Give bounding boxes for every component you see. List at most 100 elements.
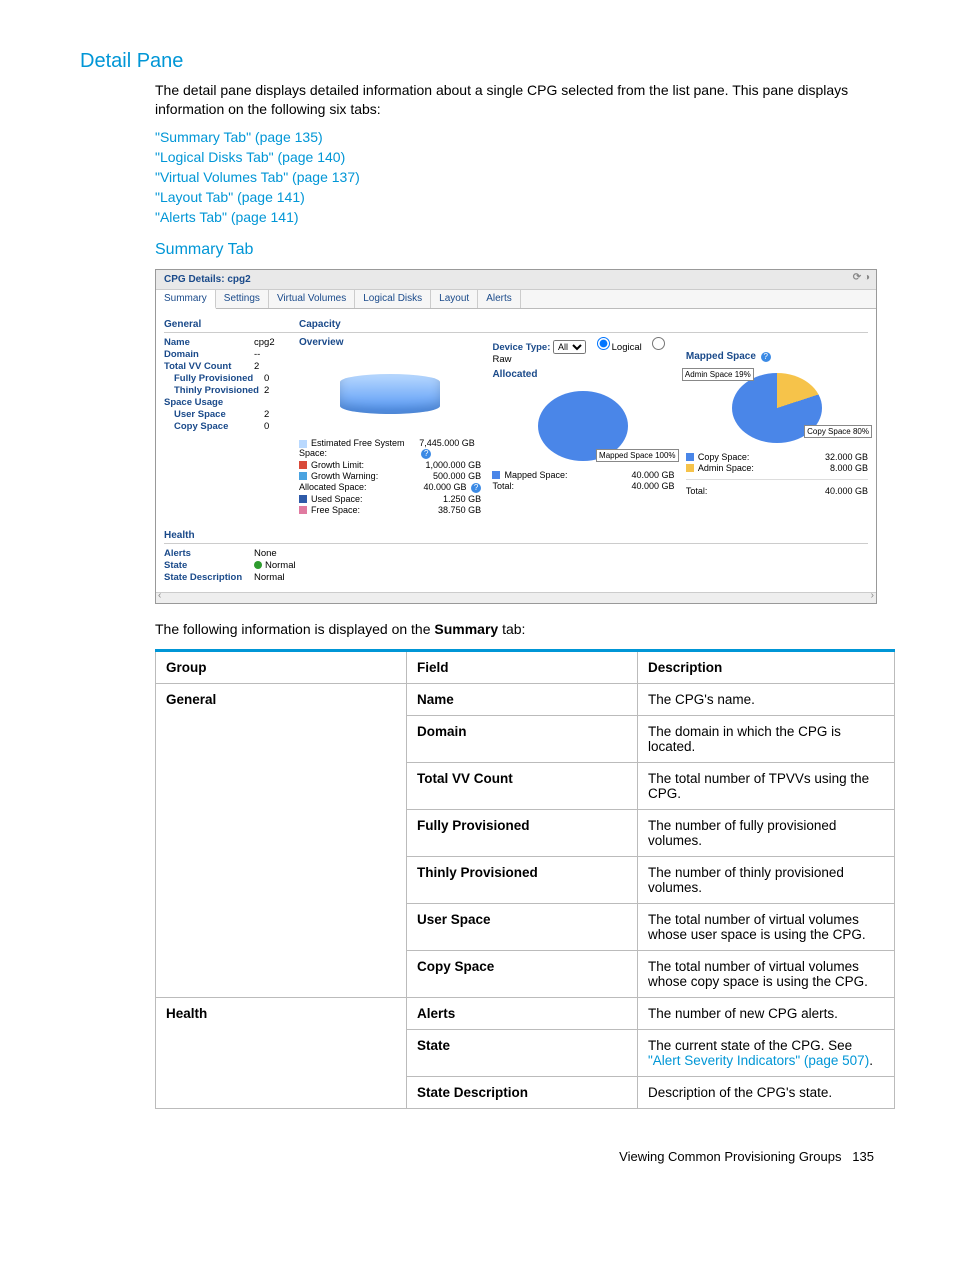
general-heading: General: [164, 317, 299, 333]
heading-detail-pane: Detail Pane: [80, 50, 894, 73]
capacity-heading: Capacity: [299, 317, 868, 333]
heading-summary-tab: Summary Tab: [155, 241, 894, 259]
mapped-label: Mapped Space: [686, 351, 756, 362]
general-fully: 0: [264, 373, 269, 384]
toc-link[interactable]: "Layout Tab" (page 141): [155, 189, 305, 205]
th-field: Field: [407, 650, 638, 683]
legend-value: 40.000 GB ?: [424, 482, 482, 493]
tab-virtual-volumes[interactable]: Virtual Volumes: [269, 290, 355, 308]
allocated-section: Device Type: All Logical Raw Allocated M…: [492, 337, 674, 492]
horizontal-scrollbar[interactable]: [156, 592, 876, 603]
cell-field: State: [407, 1029, 638, 1076]
toc-list: "Summary Tab" (page 135) "Logical Disks …: [155, 129, 894, 225]
cell-description: The CPG's name.: [638, 683, 895, 715]
panel-title-text: CPG Details: cpg2: [164, 274, 251, 285]
legend-label: Growth Warning:: [311, 471, 378, 481]
overview-section: Overview Estimated Free System Space: 7,4…: [299, 337, 481, 516]
radio-raw[interactable]: [652, 337, 665, 350]
toc-link[interactable]: "Summary Tab" (page 135): [155, 129, 323, 145]
tab-settings[interactable]: Settings: [216, 290, 269, 308]
inline-link[interactable]: "Alert Severity Indicators" (page 507): [648, 1053, 869, 1068]
toc-link[interactable]: "Alerts Tab" (page 141): [155, 209, 299, 225]
panel-title-bar: CPG Details: cpg2 ⟳ ◑: [156, 270, 876, 290]
cell-group: General: [156, 683, 407, 997]
info-icon[interactable]: ?: [471, 483, 481, 493]
overview-label: Overview: [299, 337, 481, 348]
general-user-space: 2: [264, 409, 269, 420]
tab-row: Summary Settings Virtual Volumes Logical…: [156, 290, 876, 309]
info-icon[interactable]: ?: [421, 449, 431, 459]
cpg-details-panel: CPG Details: cpg2 ⟳ ◑ Summary Settings V…: [155, 269, 877, 604]
tab-layout[interactable]: Layout: [431, 290, 478, 308]
legend-label: Used Space:: [311, 494, 363, 504]
summary-fields-table: Group Field Description GeneralNameThe C…: [155, 649, 895, 1109]
cell-field: User Space: [407, 903, 638, 950]
toc-link[interactable]: "Virtual Volumes Tab" (page 137): [155, 169, 360, 185]
cell-field: Name: [407, 683, 638, 715]
help-icon[interactable]: ◑: [864, 272, 870, 283]
th-description: Description: [638, 650, 895, 683]
tab-alerts[interactable]: Alerts: [478, 290, 521, 308]
table-row: GeneralNameThe CPG's name.: [156, 683, 895, 715]
mapped-chart: Admin Space 19% Copy Space 80%: [686, 368, 868, 448]
cell-description: The current state of the CPG. See "Alert…: [638, 1029, 895, 1076]
cell-field: Alerts: [407, 997, 638, 1029]
cell-description: The total number of virtual volumes whos…: [638, 903, 895, 950]
device-type-label: Device Type:: [492, 342, 550, 353]
mapped-copy-callout: Copy Space 80%: [804, 425, 872, 438]
cell-field: Thinly Provisioned: [407, 856, 638, 903]
general-thinly: 2: [264, 385, 269, 396]
page-footer: Viewing Common Provisioning Groups 135: [80, 1149, 894, 1164]
cell-field: Domain: [407, 715, 638, 762]
table-row: HealthAlertsThe number of new CPG alerts…: [156, 997, 895, 1029]
info-icon[interactable]: ?: [761, 352, 771, 362]
health-state-desc: Normal: [254, 572, 285, 583]
legend-label: Estimated Free System Space:: [299, 438, 405, 458]
legend-value: 1,000.000 GB: [426, 460, 482, 470]
legend-label: Mapped Space:: [504, 470, 567, 480]
radio-logical[interactable]: [597, 337, 610, 350]
legend-value: 500.000 GB: [433, 471, 481, 481]
table-intro: The following information is displayed o…: [155, 620, 894, 639]
allocated-callout: Mapped Space 100%: [596, 449, 679, 462]
legend-value: 40.000 GB: [632, 481, 675, 491]
cell-field: Copy Space: [407, 950, 638, 997]
cell-field: Fully Provisioned: [407, 809, 638, 856]
health-section: Health AlertsNone StateNormal State Desc…: [156, 524, 876, 592]
cell-description: The domain in which the CPG is located.: [638, 715, 895, 762]
legend-value: 40.000 GB: [632, 470, 675, 480]
allocated-chart: Mapped Space 100%: [492, 386, 674, 466]
health-alerts: None: [254, 548, 277, 559]
legend-label: Growth Limit:: [311, 460, 364, 470]
cell-description: Description of the CPG's state.: [638, 1076, 895, 1108]
cell-field: Total VV Count: [407, 762, 638, 809]
cell-description: The total number of TPVVs using the CPG.: [638, 762, 895, 809]
legend-value: 7,445.000 GB ?: [419, 438, 481, 459]
health-heading: Health: [164, 528, 868, 544]
tab-summary[interactable]: Summary: [156, 290, 216, 309]
cell-description: The number of fully provisioned volumes.: [638, 809, 895, 856]
legend-value: 1.250 GB: [443, 494, 481, 504]
legend-label: Total:: [492, 481, 514, 491]
mapped-section: Mapped Space ? Admin Space 19% Copy Spac…: [686, 337, 868, 497]
toc-link[interactable]: "Logical Disks Tab" (page 140): [155, 149, 345, 165]
refresh-icon[interactable]: ⟳: [853, 272, 861, 283]
capacity-column: Capacity Overview Estimated Free System …: [299, 317, 868, 516]
general-total-vv: 2: [254, 361, 259, 372]
legend-value: 38.750 GB: [438, 505, 481, 515]
cell-description: The number of new CPG alerts.: [638, 997, 895, 1029]
general-name: cpg2: [254, 337, 275, 348]
device-type-select[interactable]: All: [553, 340, 586, 354]
mapped-admin-callout: Admin Space 19%: [682, 368, 754, 381]
tab-logical-disks[interactable]: Logical Disks: [355, 290, 431, 308]
intro-paragraph: The detail pane displays detailed inform…: [155, 81, 894, 119]
state-dot-icon: [254, 561, 262, 569]
legend-label: Free Space:: [311, 505, 360, 515]
allocated-label: Allocated: [492, 369, 674, 380]
cell-description: The total number of virtual volumes whos…: [638, 950, 895, 997]
cell-field: State Description: [407, 1076, 638, 1108]
general-domain: --: [254, 349, 260, 360]
health-state: Normal: [265, 560, 296, 571]
general-copy-space: 0: [264, 421, 269, 432]
legend-label: Allocated Space:: [299, 482, 367, 492]
